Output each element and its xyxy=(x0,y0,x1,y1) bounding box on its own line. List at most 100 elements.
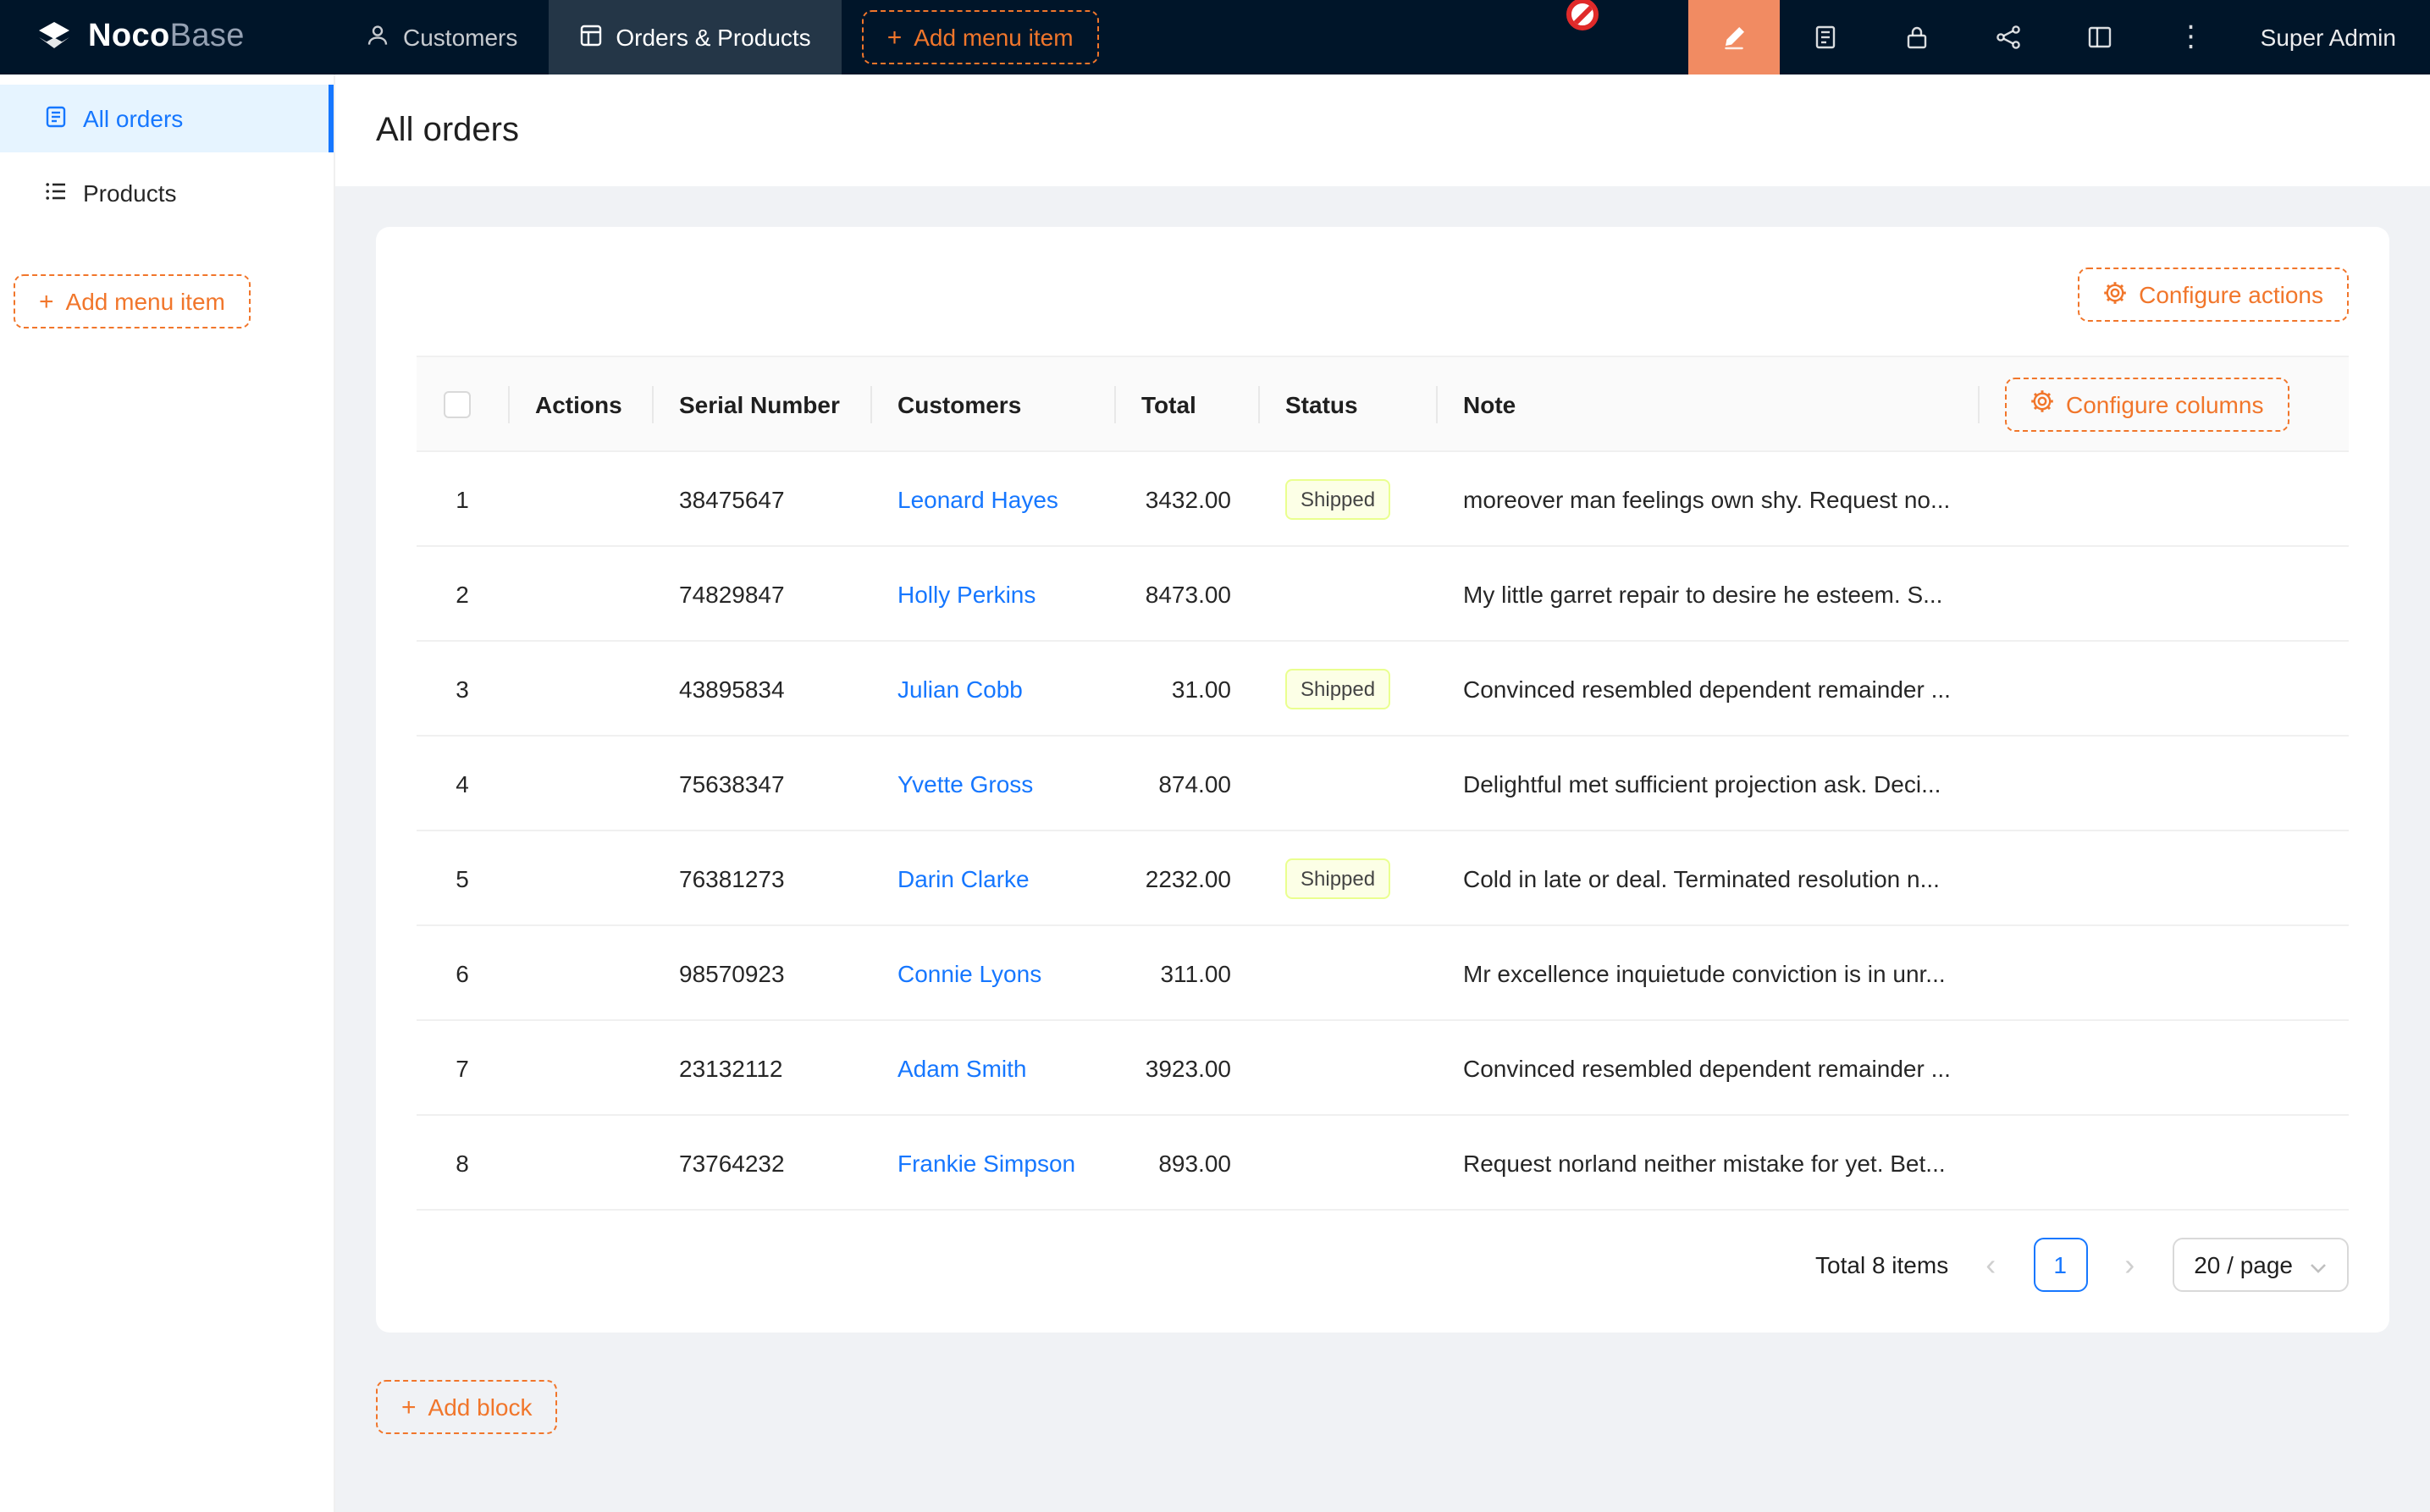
nav-tab-customers[interactable]: Customers xyxy=(335,0,548,74)
customer-link[interactable]: Julian Cobb xyxy=(897,675,1023,702)
configure-actions-button[interactable]: Configure actions xyxy=(2078,268,2349,322)
column-header-customers: Customers xyxy=(870,356,1114,451)
page-header: All orders xyxy=(335,74,2430,186)
sidebar-item-all-orders[interactable]: All orders xyxy=(0,85,334,152)
serial-number-cell: 38475647 xyxy=(652,451,870,546)
note-cell: My little garret repair to desire he est… xyxy=(1436,546,1978,641)
row-index: 2 xyxy=(417,546,508,641)
total-cell: 3432.00 xyxy=(1114,451,1258,546)
select-all-checkbox[interactable] xyxy=(444,391,471,418)
total-cell: 874.00 xyxy=(1114,736,1258,830)
gear-icon xyxy=(2030,389,2054,418)
lock-icon[interactable] xyxy=(1871,0,1963,74)
note-cell: Cold in late or deal. Terminated resolut… xyxy=(1436,830,1978,925)
table-row[interactable]: 6 98570923 Connie Lyons 311.00 Mr excell… xyxy=(417,925,2349,1020)
page-size-select[interactable]: 20 / page xyxy=(2172,1238,2349,1292)
nocobase-logo[interactable]: NocoBase xyxy=(0,0,335,74)
customer-link[interactable]: Connie Lyons xyxy=(897,959,1041,986)
row-actions-cell xyxy=(508,641,652,736)
total-cell: 8473.00 xyxy=(1114,546,1258,641)
customer-link[interactable]: Yvette Gross xyxy=(897,770,1033,797)
table-row[interactable]: 7 23132112 Adam Smith 3923.00 Convinced … xyxy=(417,1020,2349,1115)
note-cell: Delightful met sufficient projection ask… xyxy=(1436,736,1978,830)
topbar-add-menu-item-button[interactable]: + Add menu item xyxy=(862,10,1099,64)
serial-number-cell: 75638347 xyxy=(652,736,870,830)
ui-editor-highlighter-icon[interactable] xyxy=(1688,0,1780,74)
more-menu-icon[interactable]: ⋮ xyxy=(2146,0,2237,74)
logo-mark-icon xyxy=(34,14,75,60)
column-header-serial-number: Serial Number xyxy=(652,356,870,451)
table-row[interactable]: 2 74829847 Holly Perkins 8473.00 My litt… xyxy=(417,546,2349,641)
layout-icon[interactable] xyxy=(2054,0,2146,74)
customer-link[interactable]: Holly Perkins xyxy=(897,580,1036,607)
status-badge: Shipped xyxy=(1285,478,1390,519)
table-row[interactable]: 1 38475647 Leonard Hayes 3432.00 Shipped… xyxy=(417,451,2349,546)
chevron-left-icon: ‹ xyxy=(1985,1247,1996,1283)
total-cell: 893.00 xyxy=(1114,1115,1258,1210)
page-title: All orders xyxy=(376,111,519,150)
row-actions-cell xyxy=(508,830,652,925)
nav-tab-label: Orders & Products xyxy=(616,24,810,51)
serial-number-cell: 76381273 xyxy=(652,830,870,925)
customer-link[interactable]: Frankie Simpson xyxy=(897,1149,1075,1176)
nav-tab-orders-products[interactable]: Orders & Products xyxy=(548,0,841,74)
sidebar-add-menu-item-button[interactable]: + Add menu item xyxy=(14,274,251,328)
document-icon[interactable] xyxy=(1780,0,1871,74)
gear-icon xyxy=(2103,280,2127,309)
blocked-icon xyxy=(1566,0,1599,30)
table-row[interactable]: 5 76381273 Darin Clarke 2232.00 Shipped … xyxy=(417,830,2349,925)
row-actions-cell xyxy=(508,1115,652,1210)
note-cell: Request norland neither mistake for yet.… xyxy=(1436,1115,1978,1210)
app-window: NocoBase Customers Orders & Products + A… xyxy=(0,0,2430,1512)
table-row[interactable]: 8 73764232 Frankie Simpson 893.00 Reques… xyxy=(417,1115,2349,1210)
add-block-button[interactable]: + Add block xyxy=(376,1380,558,1434)
total-cell: 31.00 xyxy=(1114,641,1258,736)
table-row[interactable]: 3 43895834 Julian Cobb 31.00 Shipped Con… xyxy=(417,641,2349,736)
row-index: 7 xyxy=(417,1020,508,1115)
plus-icon: + xyxy=(401,1394,417,1420)
topbar: NocoBase Customers Orders & Products + A… xyxy=(0,0,2430,74)
column-header-note: Note xyxy=(1436,356,1978,451)
table-row[interactable]: 4 75638347 Yvette Gross 874.00 Delightfu… xyxy=(417,736,2349,830)
main-nav: Customers Orders & Products xyxy=(335,0,842,74)
serial-number-cell: 23132112 xyxy=(652,1020,870,1115)
plus-icon: + xyxy=(887,25,903,50)
serial-number-cell: 98570923 xyxy=(652,925,870,1020)
row-actions-cell xyxy=(508,736,652,830)
pagination-next-button[interactable]: › xyxy=(2104,1239,2155,1290)
row-actions-cell xyxy=(508,1020,652,1115)
configure-columns-button[interactable]: Configure columns xyxy=(2005,377,2289,431)
row-index: 3 xyxy=(417,641,508,736)
list-icon xyxy=(44,179,68,207)
table-header-row: Actions Serial Number Customers Total St… xyxy=(417,356,2349,451)
pagination-total: Total 8 items xyxy=(1815,1251,1948,1278)
customer-link[interactable]: Darin Clarke xyxy=(897,864,1030,891)
topbar-actions: ⋮ Super Admin xyxy=(1688,0,2430,74)
pagination: Total 8 items ‹ 1 › 20 / page xyxy=(417,1238,2349,1292)
orders-table: Actions Serial Number Customers Total St… xyxy=(417,356,2349,1211)
pagination-page-1[interactable]: 1 xyxy=(2033,1238,2087,1292)
column-header-total: Total xyxy=(1114,356,1258,451)
pagination-prev-button[interactable]: ‹ xyxy=(1965,1239,2016,1290)
row-index: 1 xyxy=(417,451,508,546)
config-cell xyxy=(1978,641,2349,736)
user-menu[interactable]: Super Admin xyxy=(2237,0,2430,74)
sidebar-item-label: All orders xyxy=(83,105,183,132)
sidebar-item-products[interactable]: Products xyxy=(0,159,334,227)
total-cell: 3923.00 xyxy=(1114,1020,1258,1115)
column-header-status: Status xyxy=(1258,356,1436,451)
api-flow-icon[interactable] xyxy=(1963,0,2054,74)
note-cell: Mr excellence inquietude conviction is i… xyxy=(1436,925,1978,1020)
content-area: Configure actions Actions Seria xyxy=(335,186,2430,1512)
row-actions-cell xyxy=(508,925,652,1020)
chevron-right-icon: › xyxy=(2124,1247,2135,1283)
config-cell xyxy=(1978,830,2349,925)
sidebar: All orders Products + Add menu item xyxy=(0,74,335,1512)
customer-link[interactable]: Leonard Hayes xyxy=(897,485,1058,512)
customer-link[interactable]: Adam Smith xyxy=(897,1054,1027,1081)
config-cell xyxy=(1978,546,2349,641)
plus-icon: + xyxy=(39,289,54,314)
sidebar-item-label: Products xyxy=(83,179,177,207)
note-cell: moreover man feelings own shy. Request n… xyxy=(1436,451,1978,546)
config-cell xyxy=(1978,451,2349,546)
